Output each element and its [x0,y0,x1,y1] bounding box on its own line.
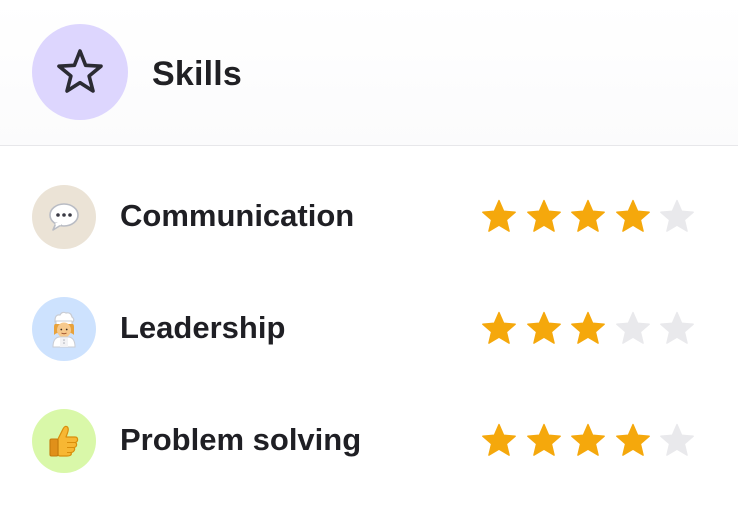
star-filled-icon [526,423,562,459]
star-empty-icon [659,199,695,235]
speech-bubble-icon [32,185,96,249]
star-empty-icon [615,311,651,347]
star-outline-icon [32,24,128,120]
star-filled-icon [526,199,562,235]
page-title: Skills [152,55,243,93]
skills-header: Skills [0,0,738,146]
star-filled-icon [481,311,517,347]
skills-card: Skills Communication Leadership Problem … [0,0,738,512]
star-filled-icon [570,311,606,347]
star-empty-icon [659,423,695,459]
skill-label: Problem solving [120,422,362,457]
star-filled-icon [481,199,517,235]
skill-label: Leadership [120,310,286,345]
star-filled-icon [615,423,651,459]
star-empty-icon [659,311,695,347]
star-rating [481,311,696,347]
star-rating [481,423,696,459]
star-filled-icon [481,423,517,459]
skill-label: Communication [120,198,355,233]
star-filled-icon [526,311,562,347]
star-rating [481,199,696,235]
star-filled-icon [570,199,606,235]
star-filled-icon [570,423,606,459]
star-filled-icon [615,199,651,235]
skill-row: Leadership [0,296,738,362]
chef-person-icon [32,297,96,361]
thumbs-up-icon [32,409,96,473]
skill-row: Problem solving [0,408,738,474]
skill-row: Communication [0,184,738,250]
